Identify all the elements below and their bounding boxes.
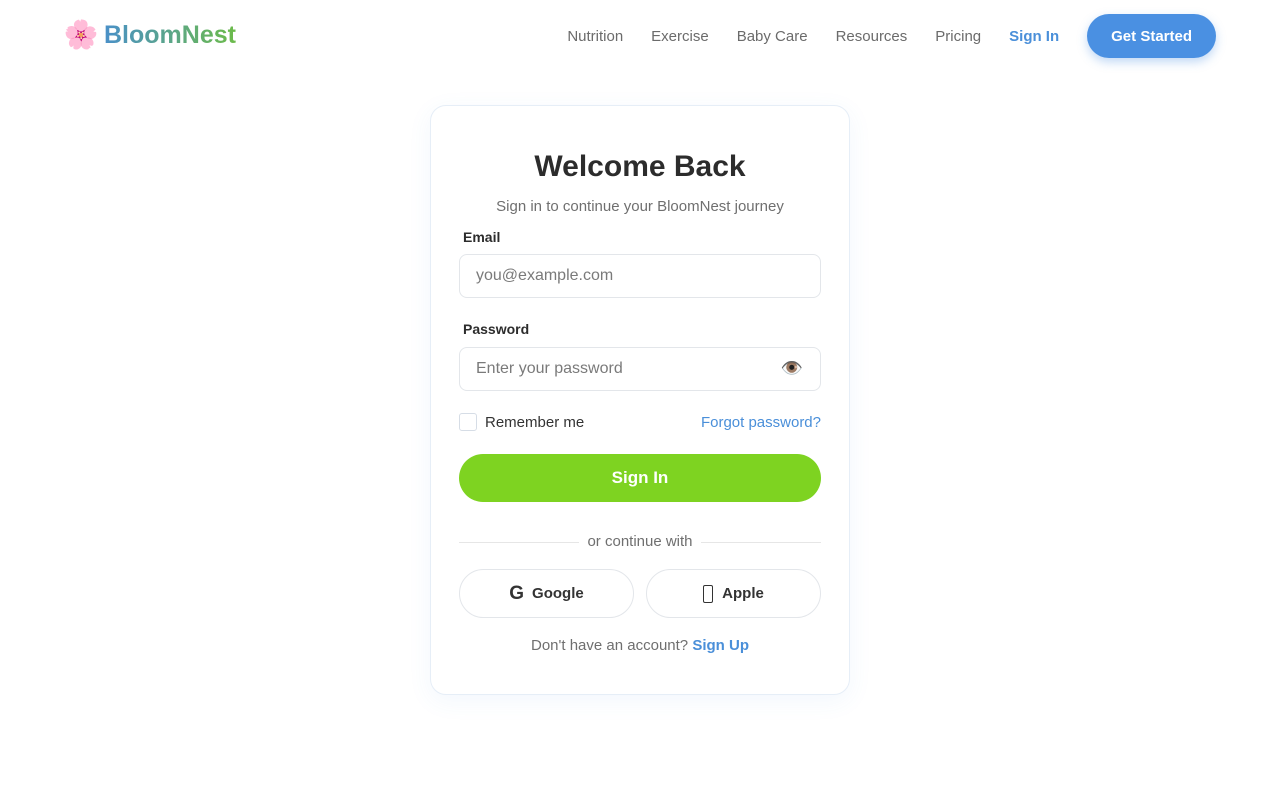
apple-icon [703,584,714,603]
remember-me: Remember me [459,413,584,431]
google-button-label: Google [532,585,584,602]
nav-sign-in-link[interactable]: Sign In [1009,28,1059,45]
apple-sign-in-button[interactable]: Apple [646,569,821,618]
nav-link-pricing[interactable]: Pricing [935,28,981,45]
signup-prompt-text: Don't have an account? [531,637,689,654]
get-started-button[interactable]: Get Started [1087,14,1216,58]
remember-me-label[interactable]: Remember me [485,414,584,431]
google-icon: G [509,582,525,604]
nav-link-baby-care[interactable]: Baby Care [737,28,808,45]
google-sign-in-button[interactable]: G Google [459,569,634,618]
password-label: Password [463,321,530,337]
login-title: Welcome Back [534,150,746,183]
main-nav: Nutrition Exercise Baby Care Resources P… [539,14,1216,58]
divider-line-right [701,542,821,543]
password-input[interactable] [459,347,821,391]
nav-link-resources[interactable]: Resources [836,28,908,45]
nav-link-exercise[interactable]: Exercise [651,28,709,45]
sign-up-link[interactable]: Sign Up [692,637,749,654]
email-label: Email [463,229,501,245]
email-input[interactable] [459,254,821,298]
apple-button-label: Apple [722,585,764,602]
signup-prompt: Don't have an account? Sign Up [431,637,849,654]
eye-icon[interactable]: 👁️ [781,358,803,378]
sign-in-button[interactable]: Sign In [459,454,821,502]
flower-icon: 🌸 [63,19,99,50]
remember-me-checkbox[interactable] [459,413,477,431]
nav-link-nutrition[interactable]: Nutrition [567,28,623,45]
brand-logo[interactable]: 🌸 BloomNest [64,18,236,52]
login-subtitle: Sign in to continue your BloomNest journ… [496,198,784,215]
top-header: 🌸 BloomNest Nutrition Exercise Baby Care… [0,0,1280,72]
forgot-password-link[interactable]: Forgot password? [701,414,821,431]
login-card: Welcome Back Sign in to continue your Bl… [430,105,850,695]
brand-name: BloomNest [104,18,236,52]
social-divider: or continue with [459,532,821,552]
